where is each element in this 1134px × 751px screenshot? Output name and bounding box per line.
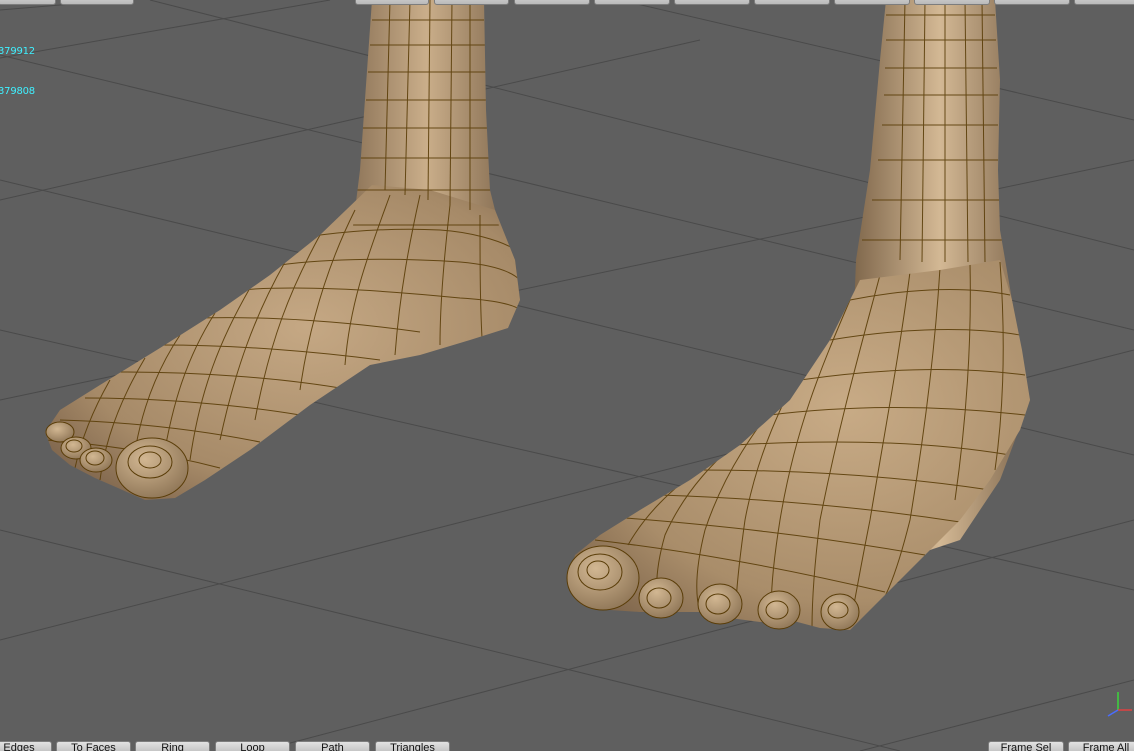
to-faces-button[interactable]: To Faces [56,741,131,751]
ring-button[interactable]: Ring [135,741,210,751]
top-toolbar-button[interactable] [434,0,509,5]
top-toolbar-button[interactable] [914,0,990,5]
3d-viewport[interactable]: 379912 379808 [0,0,1134,751]
xyz-axis-icon [1107,692,1132,717]
path-button[interactable]: Path [295,741,370,751]
right-foot-mesh [566,0,1030,631]
frame-all-button[interactable]: Frame All [1068,741,1134,751]
top-toolbar [0,0,1134,6]
top-toolbar-button[interactable] [674,0,750,5]
viewport-scene[interactable] [0,0,1134,751]
top-toolbar-button[interactable] [754,0,830,5]
hud-stat-line-2: 379808 [0,86,35,97]
hud-stat-line-1: 379912 [0,46,35,57]
frame-sel-button[interactable]: Frame Sel [988,741,1064,751]
edges-button[interactable]: Edges [0,741,52,751]
top-toolbar-button[interactable] [994,0,1070,5]
top-toolbar-button[interactable] [355,0,429,5]
triangles-button[interactable]: Triangles [375,741,450,751]
top-toolbar-button[interactable] [514,0,590,5]
bottom-toolbar: Edges To Faces Ring Loop Path Triangles … [0,740,1134,751]
top-toolbar-button[interactable] [60,0,134,5]
top-toolbar-button[interactable] [1074,0,1134,5]
loop-button[interactable]: Loop [215,741,290,751]
left-foot-mesh [45,0,520,500]
top-toolbar-button[interactable] [834,0,910,5]
top-toolbar-button[interactable] [594,0,670,5]
top-toolbar-button[interactable] [0,0,56,5]
